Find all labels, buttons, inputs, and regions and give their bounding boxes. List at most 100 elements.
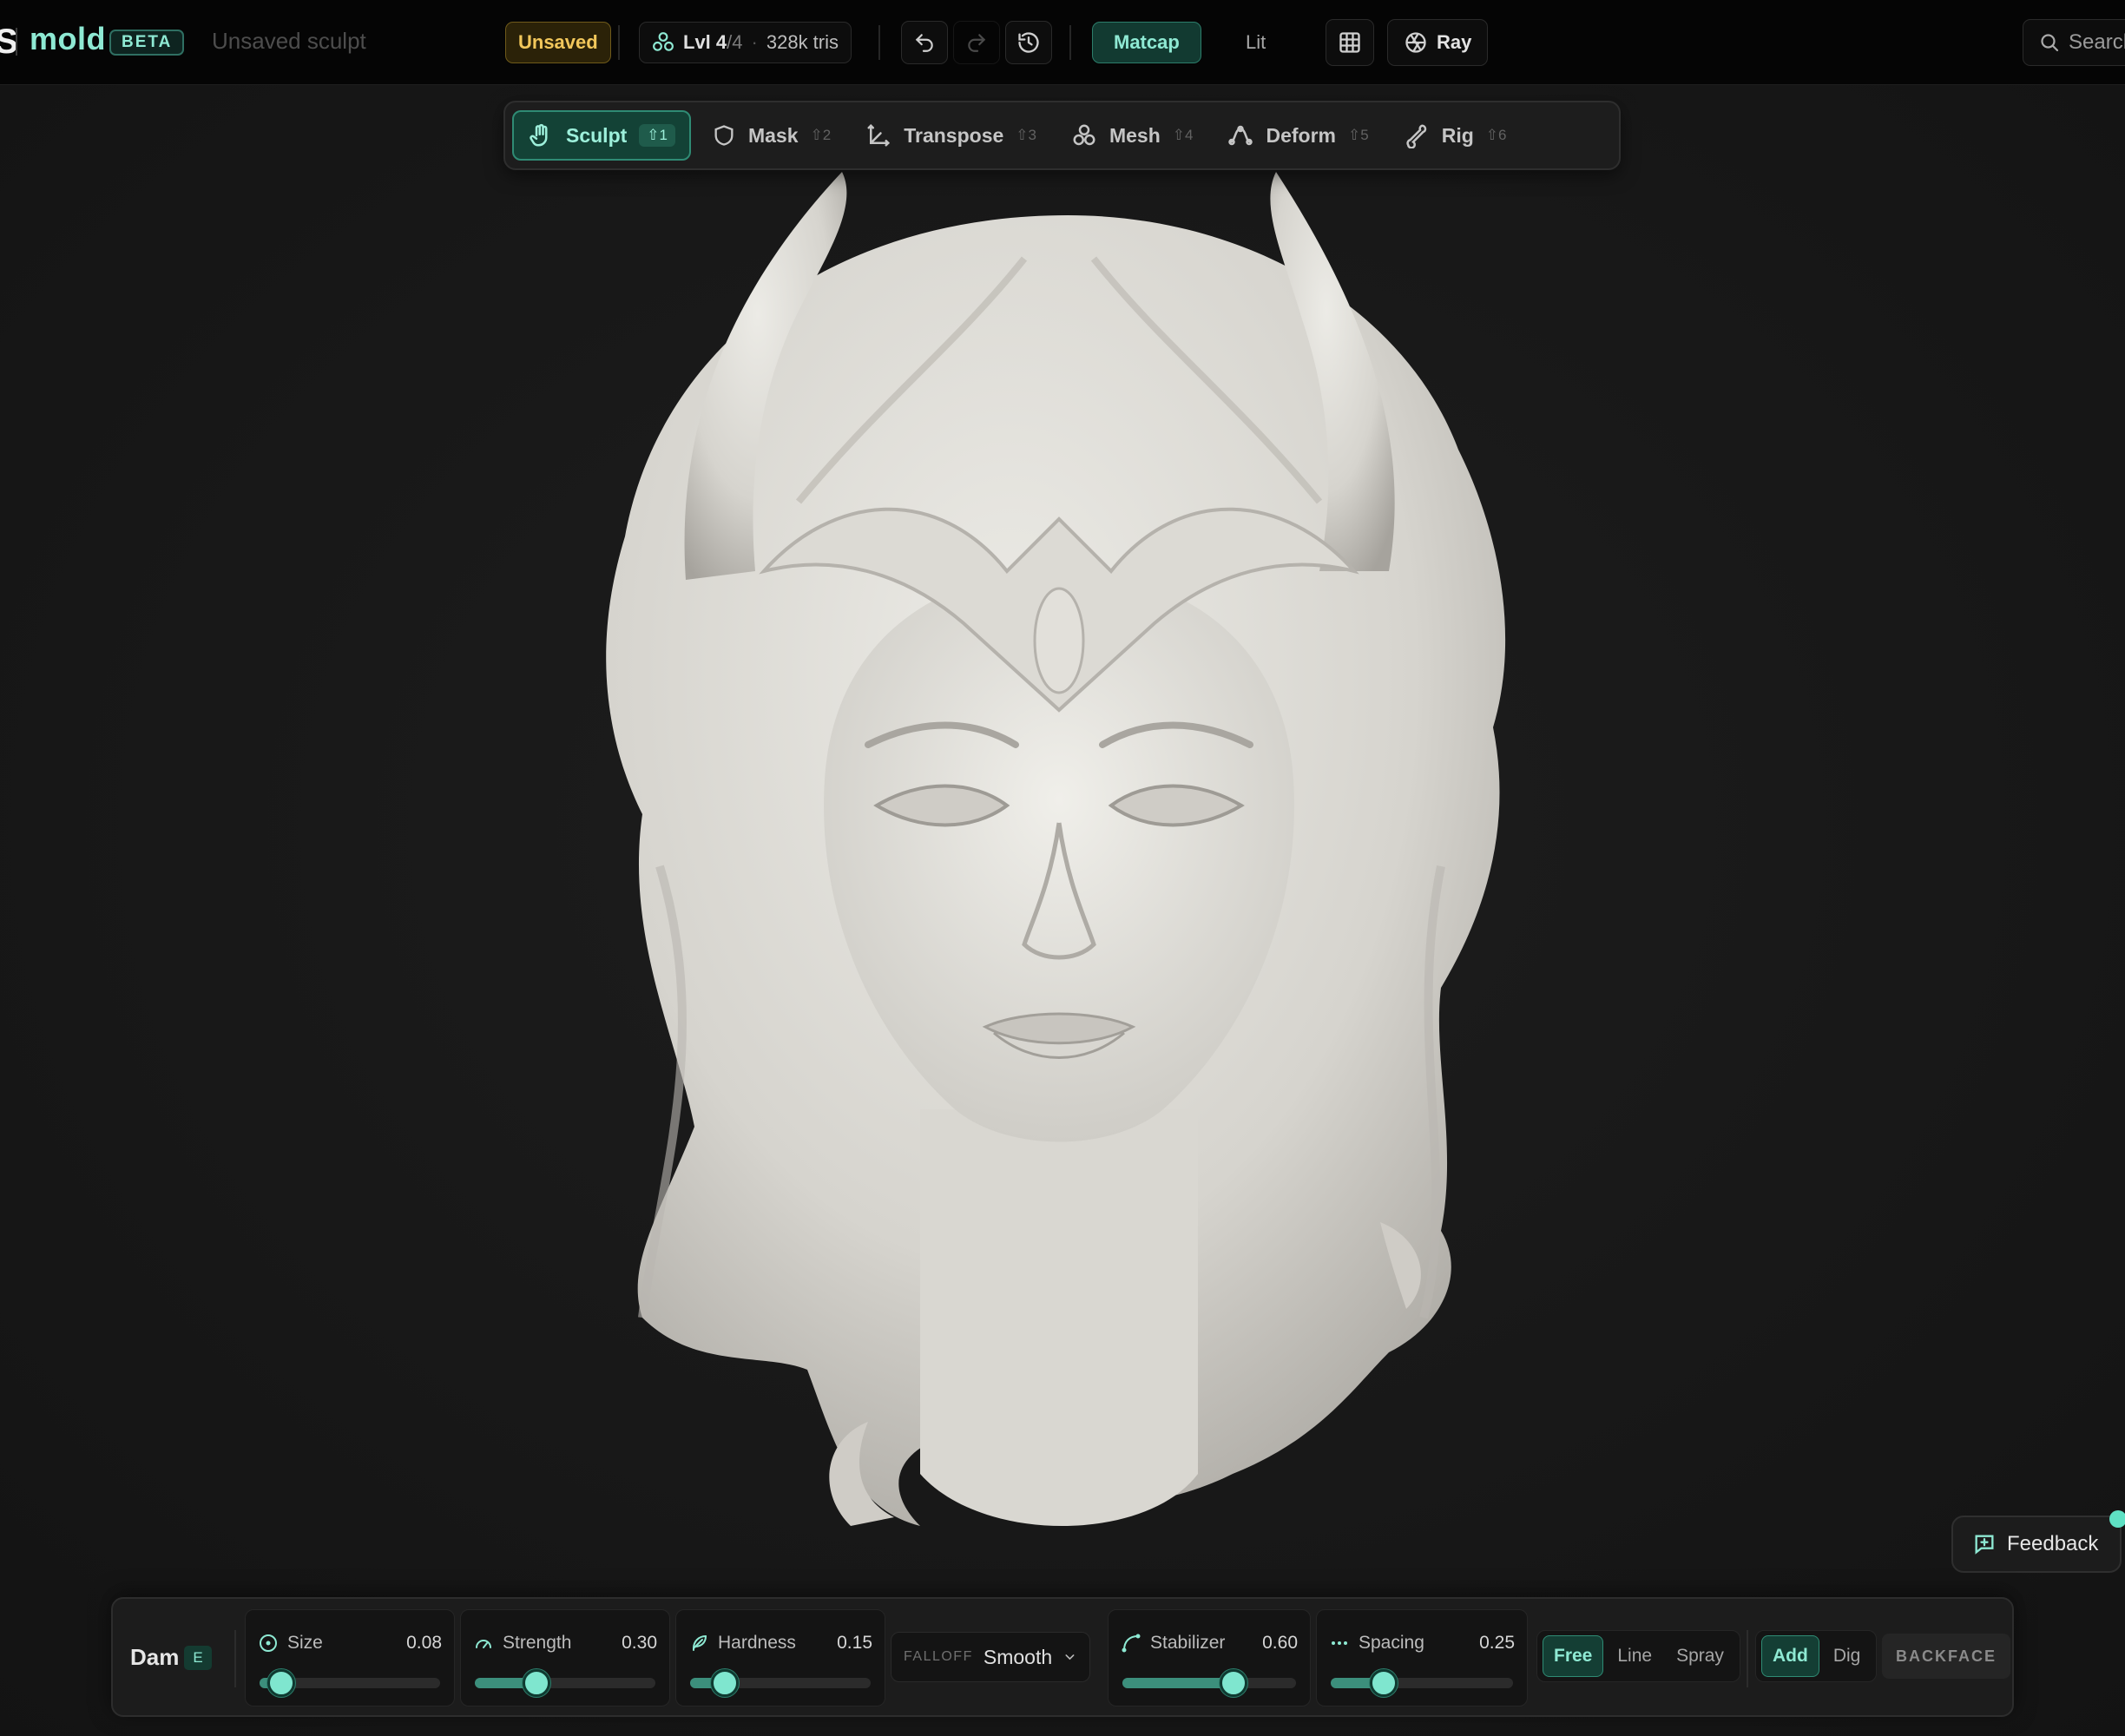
size-label-group: Size <box>258 1633 323 1654</box>
shield-icon <box>714 125 734 146</box>
slider-track[interactable] <box>1331 1669 1513 1697</box>
size-slider[interactable]: Size 0.08 <box>245 1609 455 1706</box>
slider-label: Size <box>287 1633 323 1653</box>
notification-dot <box>2109 1510 2125 1528</box>
stroke-free-option[interactable]: Free <box>1543 1635 1604 1677</box>
history-icon <box>1018 32 1039 53</box>
chevron-down-icon <box>1065 1654 1075 1660</box>
matcap-toggle[interactable]: Matcap <box>1092 22 1201 63</box>
unsaved-status-badge[interactable]: Unsaved <box>505 22 611 63</box>
slider-track[interactable] <box>260 1669 440 1697</box>
aperture-icon <box>1405 32 1426 53</box>
shortcut-key: ⇧3 <box>1016 127 1036 143</box>
brand-divider <box>16 28 17 56</box>
feather-icon <box>693 1635 707 1651</box>
mode-mesh[interactable]: Mesh ⇧4 <box>1057 110 1207 161</box>
deform-icon <box>1228 125 1253 146</box>
shortcut-key: ⇧4 <box>1172 127 1194 143</box>
slider-fill <box>1122 1678 1234 1688</box>
message-plus-icon <box>1975 1535 1994 1555</box>
dots-icon <box>1332 1641 1347 1645</box>
falloff-value: Smooth <box>983 1645 1053 1668</box>
falloff-label: FALLOFF <box>904 1649 973 1664</box>
slider-track[interactable] <box>1122 1669 1296 1697</box>
slider-track[interactable] <box>690 1669 871 1697</box>
mode-rig[interactable]: Rig ⇧6 <box>1390 110 1521 161</box>
shortcut-key: ⇧5 <box>1348 127 1369 143</box>
brush-shortcut-badge: E <box>184 1646 212 1670</box>
shortcut-key: ⇧6 <box>1485 127 1507 143</box>
history-button[interactable] <box>1005 21 1052 64</box>
slider-thumb[interactable] <box>710 1669 739 1697</box>
stroke-spray-option[interactable]: Spray <box>1666 1635 1734 1677</box>
brush-name[interactable]: Dam <box>130 1644 179 1671</box>
slider-track[interactable] <box>475 1669 655 1697</box>
add-option[interactable]: Add <box>1761 1635 1819 1677</box>
shortcut-key: ⇧2 <box>810 127 832 143</box>
undo-icon <box>915 34 933 52</box>
hardness-slider[interactable]: Hardness 0.15 <box>675 1609 885 1706</box>
strength-label-group: Strength <box>473 1633 571 1654</box>
slider-thumb[interactable] <box>522 1669 550 1697</box>
search-placeholder: Search <box>2069 30 2125 54</box>
stabilizer-slider[interactable]: Stabilizer 0.60 <box>1108 1609 1311 1706</box>
slider-value: 0.60 <box>1262 1633 1298 1653</box>
panel-divider <box>234 1630 236 1687</box>
mode-label: Rig <box>1441 123 1474 147</box>
mesh-levels-icon <box>653 32 674 51</box>
app-name[interactable]: mold <box>30 21 106 57</box>
toolbar-divider <box>618 25 620 60</box>
3d-viewport[interactable] <box>0 85 2125 1736</box>
undo-button[interactable] <box>901 21 948 64</box>
slider-label: Hardness <box>718 1633 796 1653</box>
ray-label: Ray <box>1437 31 1472 53</box>
sculpt-model[interactable] <box>0 85 2125 1736</box>
feedback-button[interactable]: Feedback <box>1951 1510 2125 1573</box>
slider-value: 0.25 <box>1479 1633 1515 1653</box>
stroke-line-option[interactable]: Line <box>1607 1635 1662 1677</box>
feedback-label: Feedback <box>2007 1532 2099 1555</box>
strength-slider[interactable]: Strength 0.30 <box>460 1609 670 1706</box>
falloff-dropdown[interactable]: FALLOFF Smooth <box>891 1632 1090 1682</box>
grid-toggle-button[interactable] <box>1326 19 1374 66</box>
slider-thumb[interactable] <box>1220 1669 1247 1697</box>
bone-icon <box>1406 124 1426 148</box>
redo-button[interactable] <box>953 21 1000 64</box>
ray-render-button[interactable]: Ray <box>1387 19 1489 66</box>
mode-mask[interactable]: Mask ⇧2 <box>698 110 845 161</box>
backface-toggle[interactable]: BACKFACE <box>1882 1634 2011 1679</box>
mode-label: Mask <box>747 123 799 147</box>
slider-label: Stabilizer <box>1150 1633 1226 1653</box>
level-label: Lvl 4/4 <box>683 31 743 53</box>
slider-label: Spacing <box>1359 1633 1424 1653</box>
slider-thumb[interactable] <box>266 1669 295 1697</box>
stabilizer-label-group: Stabilizer <box>1121 1633 1225 1654</box>
search-icon <box>2041 34 2059 52</box>
mode-bar: Sculpt ⇧1 Mask ⇧2 Transpose ⇧3 Mesh ⇧4 D… <box>503 101 1621 170</box>
mode-deform[interactable]: Deform ⇧5 <box>1214 110 1382 161</box>
spacing-label-group: Spacing <box>1329 1633 1424 1654</box>
slider-label: Strength <box>503 1633 572 1653</box>
lit-toggle[interactable]: Lit <box>1229 22 1282 63</box>
circle-icon <box>260 1634 277 1652</box>
triangle-count: 328k tris <box>766 31 839 53</box>
toolbar-divider <box>878 25 880 60</box>
brush-settings-panel: Dam E Size 0.08 Strength 0.30 Hardness 0… <box>111 1597 2014 1717</box>
document-title[interactable]: Unsaved sculpt <box>212 28 366 55</box>
panel-divider <box>1747 1630 1748 1687</box>
mode-label: Transpose <box>904 123 1004 147</box>
search-field[interactable]: Search <box>2023 19 2125 66</box>
slider-value: 0.08 <box>406 1633 442 1653</box>
mode-sculpt[interactable]: Sculpt ⇧1 <box>512 110 691 161</box>
slider-value: 0.30 <box>622 1633 657 1653</box>
toolbar-divider <box>1069 25 1071 60</box>
dig-option[interactable]: Dig <box>1823 1635 1872 1677</box>
mode-label: Deform <box>1266 123 1336 147</box>
subdivision-level-button[interactable]: Lvl 4/4 · 328k tris <box>639 22 852 63</box>
slider-thumb[interactable] <box>1369 1669 1398 1697</box>
spacing-slider[interactable]: Spacing 0.25 <box>1316 1609 1528 1706</box>
hand-icon <box>530 123 548 147</box>
mode-transpose[interactable]: Transpose ⇧3 <box>852 110 1050 161</box>
beta-badge: BETA <box>109 30 185 56</box>
transpose-icon <box>867 123 891 147</box>
